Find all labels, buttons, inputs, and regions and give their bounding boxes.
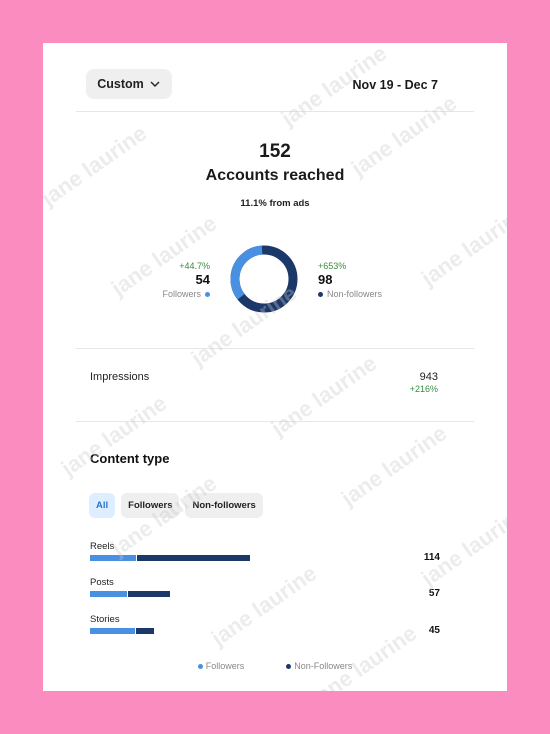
watermark: jane laurine: [416, 200, 507, 291]
content-row-label: Stories: [90, 614, 120, 625]
watermark: jane laurine: [266, 350, 382, 441]
non-followers-stat: +653% 98 Non-followers: [318, 261, 382, 300]
divider: [76, 111, 474, 112]
impressions-value: 943: [419, 371, 438, 383]
followers-change: +44.7%: [179, 261, 210, 271]
non-followers-change: +653%: [318, 261, 347, 271]
filter-non-followers-button[interactable]: Non-followers: [185, 493, 263, 518]
date-range: Nov 19 - Dec 7: [352, 78, 438, 92]
content-row-bar: [90, 591, 440, 597]
non-followers-legend-dot-icon: [286, 663, 292, 669]
watermark: jane laurine: [336, 420, 452, 511]
filter-all-button[interactable]: All: [89, 493, 116, 518]
bar-followers-segment: [90, 628, 135, 634]
divider: [76, 421, 474, 422]
non-followers-label: Non-followers: [327, 289, 383, 299]
content-row-value: 114: [423, 552, 440, 563]
content-row-posts: Posts 57: [90, 577, 440, 599]
content-row-value: 45: [428, 625, 440, 636]
content-filter-group: All Followers Non-followers: [89, 493, 263, 518]
content-row-bar: [90, 628, 440, 634]
from-ads-text: 11.1% from ads: [240, 198, 310, 209]
filter-followers-button[interactable]: Followers: [121, 493, 180, 518]
content-row-bar: [90, 555, 440, 561]
chart-legend: Followers Non-Followers: [43, 661, 507, 671]
date-filter-label: Custom: [97, 77, 144, 91]
followers-label: Followers: [162, 289, 201, 299]
content-row-label: Reels: [90, 541, 115, 552]
impressions-change: +216%: [409, 384, 438, 394]
content-row-stories: Stories 45: [90, 614, 440, 636]
bar-non-followers-segment: [128, 591, 170, 597]
non-followers-value: 98: [318, 272, 333, 287]
legend-non-followers-label: Non-Followers: [294, 661, 353, 671]
bar-non-followers-segment: [135, 628, 154, 634]
non-followers-dot-icon: [318, 291, 323, 297]
impressions-stat: 943 +216%: [410, 371, 438, 395]
followers-dot-icon: [205, 291, 210, 297]
bar-followers-segment: [90, 591, 127, 597]
watermark: jane laurine: [56, 390, 172, 481]
accounts-reached-value: 152: [259, 141, 291, 162]
bar-non-followers-segment: [137, 555, 251, 561]
followers-legend-dot-icon: [197, 663, 203, 669]
bar-followers-segment: [90, 555, 137, 561]
watermark: jane laurine: [206, 560, 322, 651]
followers-stat: +44.7% 54 Followers: [162, 261, 210, 300]
accounts-reached-label: Accounts reached: [205, 167, 345, 184]
impressions-label: Impressions: [90, 371, 150, 383]
date-filter-dropdown[interactable]: Custom: [86, 69, 172, 99]
insights-card: Custom Nov 19 - Dec 7 152 Accounts reach…: [43, 43, 507, 691]
divider: [76, 348, 474, 349]
legend-followers-label: Followers: [205, 661, 245, 671]
content-row-label: Posts: [90, 577, 114, 588]
content-type-title: Content type: [90, 451, 170, 466]
reach-donut-chart: [230, 245, 298, 313]
content-row-value: 57: [428, 588, 440, 599]
followers-value: 54: [195, 272, 210, 287]
chevron-down-icon: [150, 81, 160, 87]
content-row-reels: Reels 114: [90, 541, 440, 563]
